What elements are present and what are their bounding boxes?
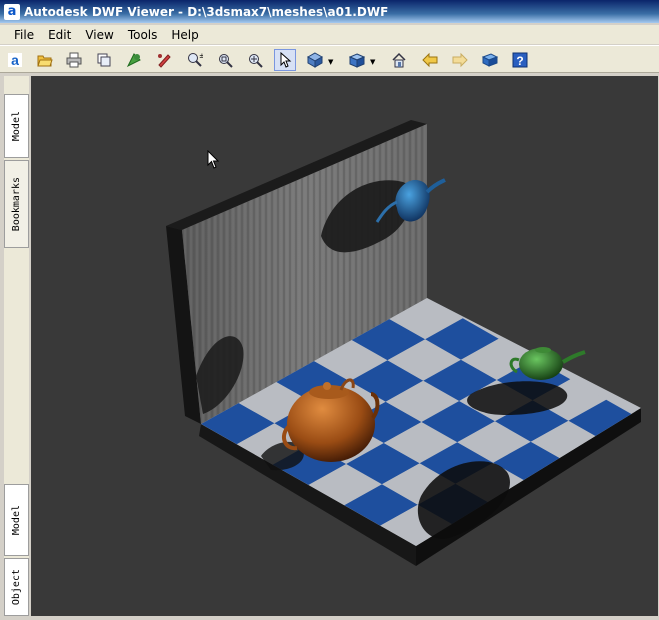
mouse-cursor-icon [207,150,219,169]
window-title: Autodesk DWF Viewer - D:\3dsmax7\meshes\… [24,4,389,19]
tab-bookmarks[interactable]: Bookmarks [4,160,29,248]
menu-help[interactable]: Help [164,28,205,42]
help-icon[interactable]: ? [509,49,531,71]
cube-view-dropdown-icon[interactable]: ▼ [370,58,375,66]
print-icon[interactable] [63,49,85,71]
tab-model-bottom[interactable]: Model [4,484,29,556]
svg-text:?: ? [516,54,523,68]
menu-view[interactable]: View [78,28,120,42]
back-arrow-icon[interactable] [419,49,441,71]
box-icon[interactable] [479,49,501,71]
cube-view-icon[interactable] [346,49,368,71]
menu-edit[interactable]: Edit [41,28,78,42]
tab-bookmarks-label: Bookmarks [11,176,22,232]
toolbar: a ± ▼ ▼ ? [0,45,659,73]
forward-arrow-icon[interactable] [449,49,471,71]
scene-canvas [166,120,641,566]
select-arrow-icon[interactable] [274,49,296,71]
status-edge [0,616,659,620]
tab-model-top[interactable]: Model [4,94,29,158]
sidebar: Model Bookmarks Model Object [4,76,29,616]
tab-object-label: Object [11,568,22,606]
tab-model-bottom-label: Model [11,504,22,536]
autodesk-logo-icon[interactable]: a [4,49,26,71]
zoom-fit-icon[interactable] [244,49,266,71]
home-icon[interactable] [388,49,410,71]
publish-icon[interactable] [123,49,145,71]
menu-bar: File Edit View Tools Help [0,25,659,44]
model-viewport[interactable] [31,76,658,616]
zoom-rectangle-icon[interactable] [214,49,236,71]
copy-icon[interactable] [93,49,115,71]
svg-text:a: a [11,52,19,68]
tab-object[interactable]: Object [4,558,29,616]
open-folder-icon[interactable] [34,49,56,71]
svg-text:±: ± [199,52,203,60]
orbit-dropdown-icon[interactable]: ▼ [328,58,333,66]
title-bar: a Autodesk DWF Viewer - D:\3dsmax7\meshe… [0,0,659,23]
orbit-icon[interactable] [304,49,326,71]
tab-model-top-label: Model [11,110,22,142]
markup-icon[interactable] [153,49,175,71]
app-icon: a [4,3,20,20]
menu-tools[interactable]: Tools [121,28,165,42]
menu-file[interactable]: File [7,28,41,42]
zoom-realtime-icon[interactable]: ± [184,49,206,71]
